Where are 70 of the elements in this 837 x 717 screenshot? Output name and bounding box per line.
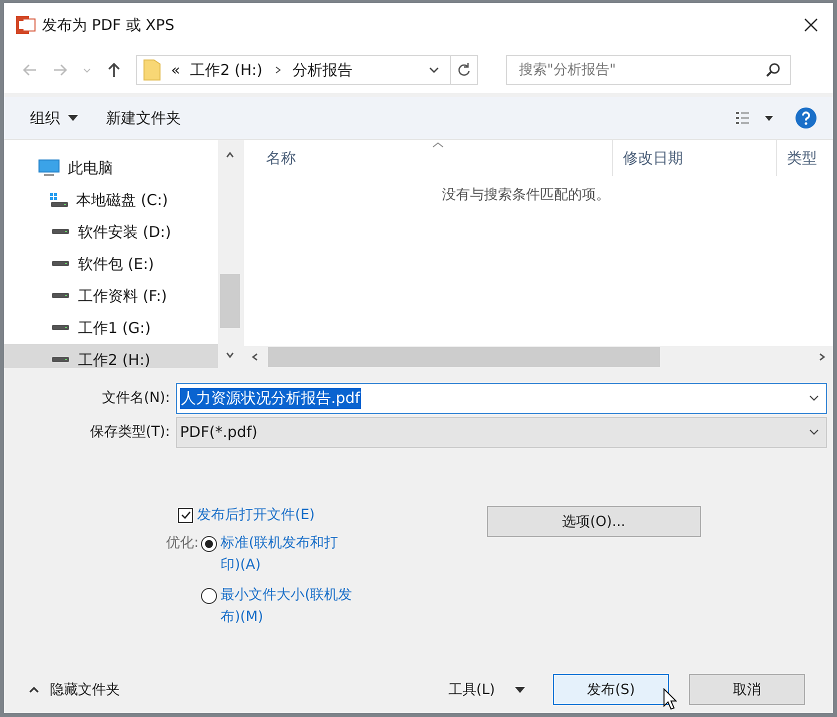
publish-button[interactable]: 发布(S) [553,674,669,705]
caret-down-icon [515,686,525,692]
checkbox[interactable] [178,508,193,522]
view-options-icon[interactable] [735,110,775,126]
check-icon [180,509,192,521]
scrollbar-thumb[interactable] [268,347,660,367]
search-field[interactable]: 搜索"分析报告" [506,55,791,85]
drive-icon [52,229,69,234]
sidebar-label: 工作2 (H:) [78,350,150,368]
file-type-label: 保存类型(T): [88,423,171,441]
radio-button[interactable] [200,588,217,604]
search-icon [765,62,781,78]
optimize-label: 优化: [166,534,199,553]
address-bar[interactable]: « 工作2 (H:) 分析报告 [136,55,478,85]
sidebar-item[interactable]: 软件安装 (D:) [4,216,218,248]
scrollbar-thumb[interactable] [220,274,240,328]
radio-label[interactable]: 最小文件大小(联机发布)(M) [220,584,357,628]
sidebar-label: 软件安装 (D:) [78,222,172,242]
sidebar-item[interactable]: 本地磁盘 (C:) [4,184,218,216]
sidebar-label: 此电脑 [68,158,113,178]
drive-icon [52,325,69,330]
column-header[interactable]: 修改日期 [612,140,776,176]
checkbox-label[interactable]: 发布后打开文件(E) [197,506,315,524]
sidebar-label: 本地磁盘 (C:) [76,190,168,210]
sidebar-item[interactable]: 软件包 (E:) [4,248,218,280]
scroll-down-icon[interactable] [225,350,235,360]
drive-icon [52,357,69,362]
file-name-field[interactable]: 人力资源状况分析报告.pdf [176,382,827,414]
close-icon [803,17,819,33]
column-header[interactable]: 类型 [776,140,833,176]
file-name-label: 文件名(N): [100,389,171,407]
sidebar-label: 软件包 (E:) [78,254,154,274]
drive-icon [52,261,69,266]
breadcrumb-item[interactable]: 工作2 (H:) [190,60,263,80]
refresh-icon [456,62,472,78]
scroll-left-icon[interactable] [250,352,260,362]
file-type-dropdown[interactable]: PDF(*.pdf) [176,416,827,448]
caret-down-icon [68,115,78,121]
drive-icon [52,293,69,298]
drive-icon [50,193,68,207]
sidebar-item[interactable]: 工作2 (H:) [4,344,218,368]
sidebar-item[interactable]: 此电脑 [4,152,218,184]
new-folder-button[interactable]: 新建文件夹 [102,106,185,130]
up-arrow-icon[interactable] [106,62,122,78]
hide-folders-button[interactable]: 隐藏文件夹 [22,680,126,700]
vertical-scrollbar[interactable] [218,140,242,368]
horizontal-scrollbar[interactable] [244,346,833,368]
tools-menu[interactable]: 工具(L) [442,680,531,700]
cursor-icon [663,688,677,710]
window-title: 发布为 PDF 或 XPS [42,16,174,34]
organize-menu[interactable]: 组织 [26,106,82,130]
radio-label[interactable]: 标准(联机发布和打印)(A) [220,532,357,576]
help-icon[interactable] [795,107,817,129]
cancel-button[interactable]: 取消 [689,674,805,705]
scroll-up-icon[interactable] [225,150,235,160]
sidebar-label: 工作1 (G:) [78,318,151,338]
radio-button[interactable] [200,536,217,552]
breadcrumb-overflow[interactable]: « [171,61,180,79]
folder-icon [143,59,161,81]
options-button[interactable]: 选项(O)... [486,506,701,537]
empty-message: 没有与搜索条件匹配的项。 [442,186,611,204]
sort-ascending-icon [432,142,444,148]
sidebar-label: 工作资料 (F:) [78,286,167,306]
scroll-right-icon[interactable] [817,352,827,362]
app-icon [16,15,36,35]
sidebar-item[interactable]: 工作资料 (F:) [4,280,218,312]
sidebar-item[interactable]: 工作1 (G:) [4,312,218,344]
computer-icon [38,159,60,177]
breadcrumb-item[interactable]: 分析报告 [292,60,353,80]
column-header[interactable]: 名称 [244,140,612,176]
